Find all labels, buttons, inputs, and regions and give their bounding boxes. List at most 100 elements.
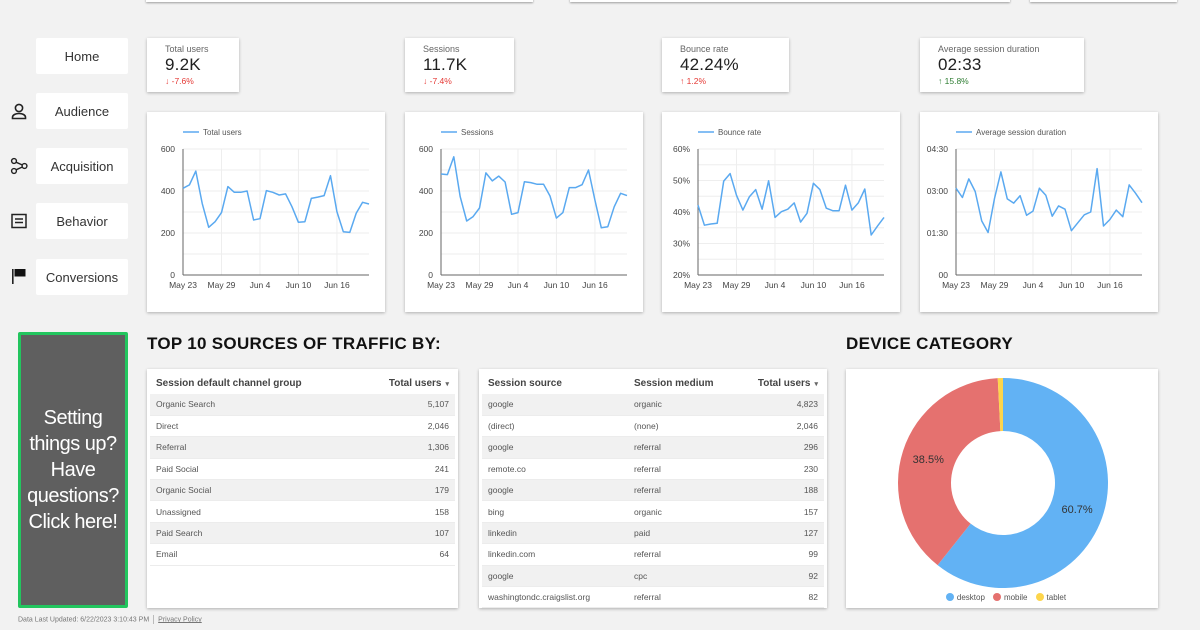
data-point[interactable] (1012, 201, 1016, 205)
data-point[interactable] (980, 219, 984, 223)
data-point[interactable] (554, 216, 558, 220)
data-point[interactable] (619, 191, 623, 195)
data-point[interactable] (329, 174, 333, 178)
data-point[interactable] (1005, 197, 1009, 201)
table-row[interactable]: google referral 296 (482, 436, 824, 459)
data-point[interactable] (824, 206, 828, 210)
column-header-total-users[interactable]: Total users ▾ (738, 372, 824, 394)
data-point[interactable] (296, 220, 300, 224)
data-point[interactable] (831, 209, 835, 213)
data-point[interactable] (361, 200, 365, 204)
data-point[interactable] (728, 172, 732, 176)
data-point[interactable] (625, 194, 629, 198)
column-header-medium[interactable]: Session medium (628, 372, 738, 394)
data-point[interactable] (561, 211, 565, 215)
data-point[interactable] (207, 225, 211, 229)
column-header-total-users[interactable]: Total users ▾ (359, 372, 455, 394)
data-point[interactable] (734, 193, 738, 197)
data-point[interactable] (760, 207, 764, 211)
data-point[interactable] (226, 185, 230, 189)
data-point[interactable] (754, 188, 758, 192)
data-point[interactable] (779, 210, 783, 214)
table-row[interactable]: Email 64 (150, 543, 455, 566)
data-point[interactable] (999, 170, 1003, 174)
table-row[interactable]: linkedin paid 127 (482, 522, 824, 545)
table-row[interactable]: washingtondc.craigslist.org referral 82 (482, 586, 824, 609)
nav-audience-button[interactable]: Audience (36, 93, 128, 129)
data-point[interactable] (1018, 194, 1022, 198)
data-point[interactable] (1069, 229, 1073, 233)
data-point[interactable] (348, 230, 352, 234)
data-point[interactable] (277, 193, 281, 197)
data-point[interactable] (194, 169, 198, 173)
data-point[interactable] (696, 203, 700, 207)
data-point[interactable] (445, 173, 449, 177)
table-row[interactable]: Referral 1,306 (150, 436, 455, 459)
data-point[interactable] (542, 182, 546, 186)
column-header-source[interactable]: Session source (482, 372, 628, 394)
data-point[interactable] (232, 190, 236, 194)
data-point[interactable] (702, 223, 706, 227)
data-point[interactable] (986, 231, 990, 235)
table-row[interactable]: Direct 2,046 (150, 415, 455, 438)
data-point[interactable] (1134, 191, 1138, 195)
data-point[interactable] (954, 186, 958, 190)
sort-desc-icon[interactable]: ▾ (814, 381, 818, 388)
data-point[interactable] (271, 190, 275, 194)
data-point[interactable] (510, 212, 514, 216)
nav-behavior-button[interactable]: Behavior (36, 203, 128, 239)
data-point[interactable] (354, 211, 358, 215)
data-point[interactable] (1025, 213, 1029, 217)
column-header-channel[interactable]: Session default channel group (150, 372, 359, 394)
table-row[interactable]: Paid Social 241 (150, 458, 455, 481)
sort-desc-icon[interactable]: ▾ (445, 381, 449, 388)
data-point[interactable] (239, 190, 243, 194)
table-row[interactable]: Paid Search 107 (150, 522, 455, 545)
data-point[interactable] (773, 215, 777, 219)
data-point[interactable] (548, 194, 552, 198)
data-point[interactable] (960, 196, 964, 200)
data-point[interactable] (612, 205, 616, 209)
data-point[interactable] (316, 195, 320, 199)
data-point[interactable] (1050, 214, 1054, 218)
nav-conversions-button[interactable]: Conversions (36, 259, 128, 295)
nav-home-button[interactable]: Home (36, 38, 128, 74)
data-point[interactable] (303, 220, 307, 224)
data-point[interactable] (1089, 210, 1093, 214)
data-point[interactable] (747, 195, 751, 199)
table-row[interactable]: (direct) (none) 2,046 (482, 415, 824, 438)
data-point[interactable] (284, 192, 288, 196)
data-point[interactable] (1140, 201, 1144, 205)
data-point[interactable] (471, 215, 475, 219)
table-row[interactable]: google referral 188 (482, 479, 824, 502)
data-point[interactable] (181, 186, 185, 190)
data-point[interactable] (1063, 207, 1067, 211)
data-point[interactable] (715, 221, 719, 225)
data-point[interactable] (213, 220, 217, 224)
table-row[interactable]: remote.co referral 230 (482, 458, 824, 481)
data-point[interactable] (322, 194, 326, 198)
data-point[interactable] (187, 183, 191, 187)
data-point[interactable] (516, 211, 520, 215)
data-point[interactable] (529, 181, 533, 185)
data-point[interactable] (792, 201, 796, 205)
legend-item-desktop[interactable]: desktop (938, 593, 985, 602)
data-point[interactable] (863, 187, 867, 191)
data-point[interactable] (439, 172, 443, 176)
data-point[interactable] (767, 179, 771, 183)
legend-item-mobile[interactable]: mobile (985, 593, 1028, 602)
data-point[interactable] (200, 201, 204, 205)
data-point[interactable] (1044, 193, 1048, 197)
data-point[interactable] (490, 179, 494, 183)
data-point[interactable] (1127, 183, 1131, 187)
data-point[interactable] (522, 180, 526, 184)
data-point[interactable] (1057, 204, 1061, 208)
data-point[interactable] (245, 189, 249, 193)
data-point[interactable] (1108, 217, 1112, 221)
data-point[interactable] (309, 196, 313, 200)
data-point[interactable] (452, 155, 456, 159)
table-row[interactable]: Organic Search 5,107 (150, 394, 455, 416)
data-point[interactable] (252, 218, 256, 222)
data-point[interactable] (876, 224, 880, 228)
data-point[interactable] (992, 196, 996, 200)
